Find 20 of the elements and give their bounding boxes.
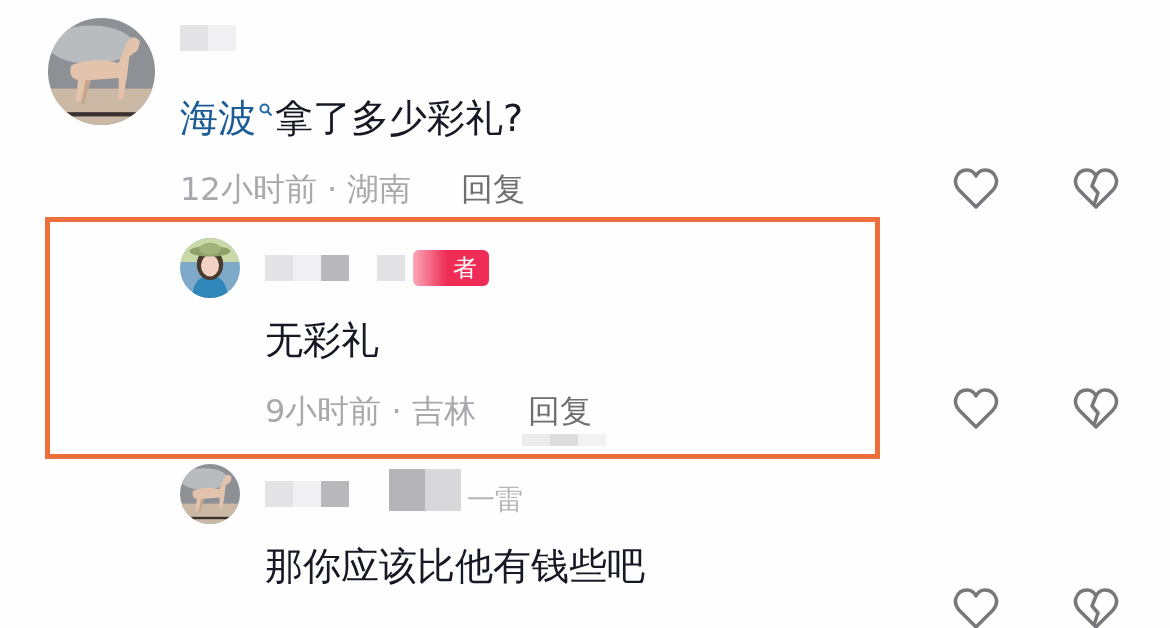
heart-icon[interactable] [952, 167, 1000, 211]
broken-heart-icon[interactable] [1072, 587, 1120, 628]
heart-icon[interactable] [952, 587, 1000, 628]
blurred-name [377, 255, 405, 281]
blurred-name [180, 25, 236, 51]
broken-heart-icon[interactable] [1072, 387, 1120, 431]
reply-link[interactable]: 回复 [461, 170, 526, 208]
comment-text: 无彩礼 [265, 317, 380, 364]
comment-text: 海波 拿了多少彩礼? [180, 93, 526, 143]
comment-text: 那你应该比他有钱些吧 [265, 543, 645, 590]
reply-link[interactable]: 回复 [527, 392, 592, 430]
comment-meta: 12小时前 · 湖南 [180, 169, 412, 210]
search-icon[interactable] [259, 103, 273, 117]
heart-icon[interactable] [952, 387, 1000, 431]
mention-link[interactable]: 海波 [180, 93, 256, 143]
broken-heart-icon[interactable] [1072, 167, 1120, 211]
user-name: 一雷 [467, 482, 523, 518]
blurred-name [389, 469, 461, 511]
author-badge: 者 [413, 250, 489, 286]
comment-meta: 9小时前 · 吉林 [265, 391, 476, 432]
